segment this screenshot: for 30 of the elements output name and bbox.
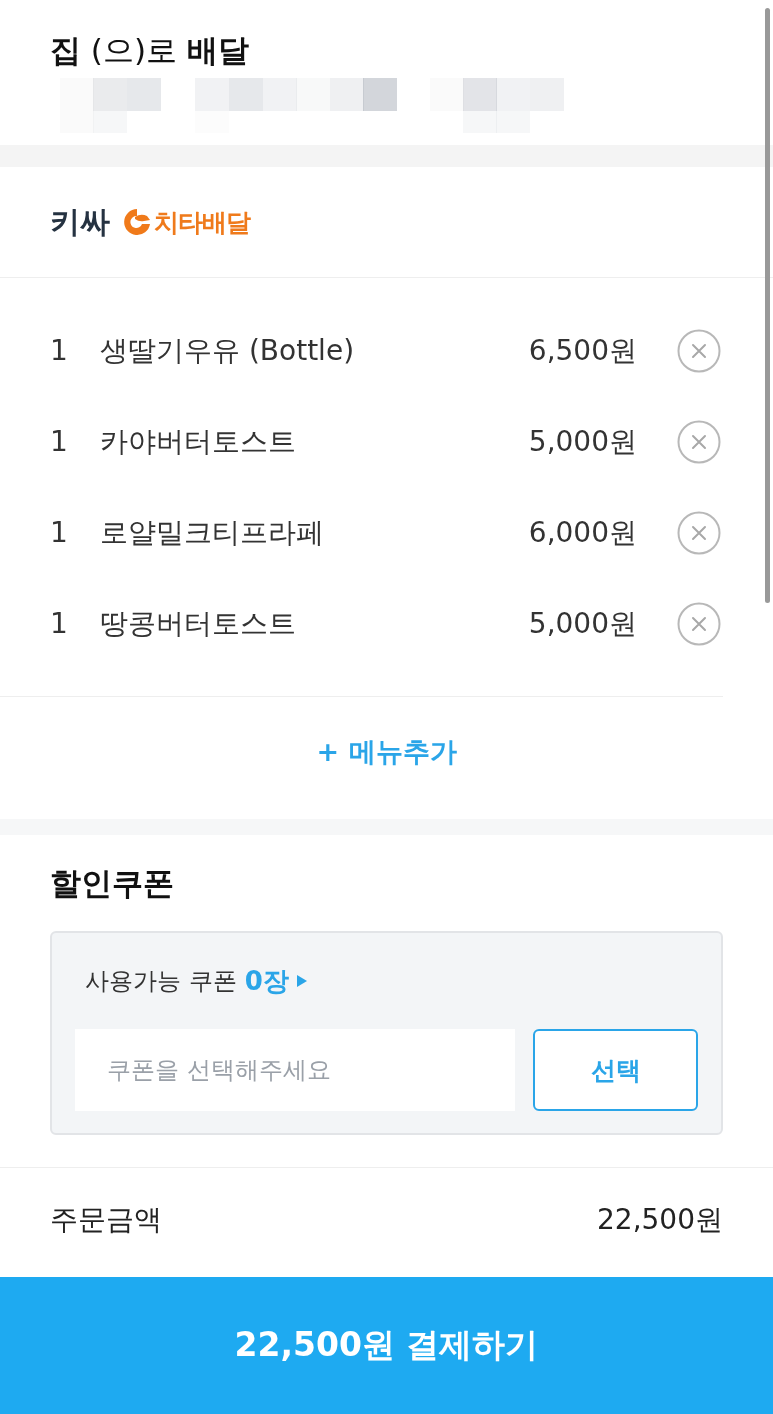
delivery-title: 집 (으)로 배달	[50, 31, 250, 70]
item-name: 카야버터토스트	[100, 423, 297, 460]
remove-icon[interactable]	[677, 601, 721, 646]
item-price: 6,000원	[528, 514, 637, 551]
item-name: 로얄밀크티프라페	[100, 514, 325, 551]
select-button[interactable]: 선택	[533, 1029, 698, 1111]
item-name: 생딸기우유 (Bottle)	[100, 332, 356, 369]
cheetah-logo-icon	[122, 207, 152, 237]
item-price: 5,000원	[528, 423, 637, 460]
delivery-service-label: 치타배달	[154, 206, 250, 239]
coupon-title: 할인쿠폰	[50, 864, 175, 903]
item-quantity: 1	[50, 334, 69, 367]
add-menu-link[interactable]: + 메뉴추가	[316, 734, 457, 770]
item-price: 6,500원	[528, 332, 637, 369]
available-coupons-count[interactable]: 0장	[244, 963, 289, 999]
coupon-field[interactable]: 쿠폰을 선택해주세요	[75, 1029, 515, 1111]
remove-icon[interactable]	[677, 510, 721, 555]
pay-button[interactable]: 22,500원 결제하기	[0, 1277, 773, 1414]
play-arrow-icon[interactable]	[296, 975, 307, 987]
item-quantity: 1	[50, 425, 69, 458]
item-price: 5,000원	[528, 605, 637, 642]
item-quantity: 1	[50, 516, 69, 549]
remove-icon[interactable]	[677, 328, 721, 373]
item-quantity: 1	[50, 607, 69, 640]
order-amount-value: 22,500원	[597, 1202, 723, 1238]
store-name: 키싸	[50, 202, 110, 241]
order-amount-label: 주문금액	[50, 1202, 162, 1238]
available-coupons-label: 사용가능 쿠폰	[85, 966, 237, 997]
item-name: 땅콩버터토스트	[100, 605, 297, 642]
remove-icon[interactable]	[677, 419, 721, 464]
